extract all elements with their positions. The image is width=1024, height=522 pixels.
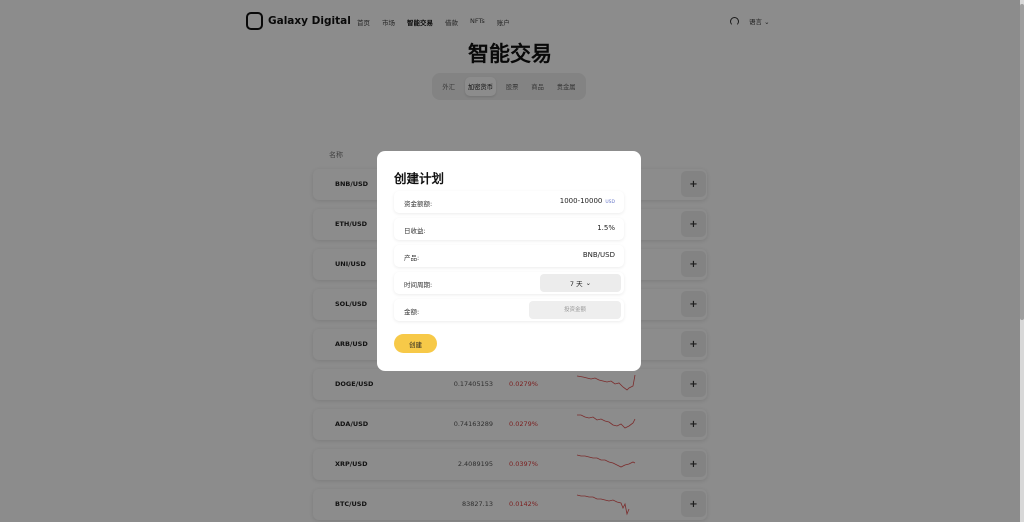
product-value: BNB/USD (582, 251, 615, 259)
scrollbar-thumb[interactable] (1020, 4, 1024, 320)
fund-limit-value: 1000-10000 USD (560, 197, 615, 205)
period-value: 7 天 (569, 280, 583, 288)
modal-title: 创建计划 (394, 171, 445, 186)
fund-limit-label: 资金额额: (404, 200, 433, 208)
product-label: 产品: (404, 254, 420, 262)
fund-limit-row: 资金额额: 1000-10000 USD (394, 191, 624, 213)
amount-label: 金额: (404, 308, 420, 316)
create-button[interactable]: 创建 (394, 334, 437, 353)
amount-row: 金额: (394, 299, 624, 321)
fund-limit-range: 1000-10000 (559, 197, 603, 205)
period-row: 时间周期: 7 天 ⌄ (394, 272, 624, 294)
create-plan-modal: 创建计划 资金额额: 1000-10000 USD 日收益: 1.5% 产品: B… (377, 151, 641, 371)
scrollbar[interactable] (1020, 0, 1024, 522)
daily-return-value: 1.5% (597, 224, 615, 232)
period-select[interactable]: 7 天 ⌄ (540, 274, 621, 292)
product-row: 产品: BNB/USD (394, 245, 624, 267)
amount-input[interactable] (529, 301, 621, 319)
fund-limit-unit: USD (605, 200, 615, 205)
chevron-down-icon: ⌄ (585, 279, 592, 287)
daily-return-label: 日收益: (404, 227, 426, 235)
period-label: 时间周期: (404, 281, 433, 289)
daily-return-row: 日收益: 1.5% (394, 218, 624, 240)
